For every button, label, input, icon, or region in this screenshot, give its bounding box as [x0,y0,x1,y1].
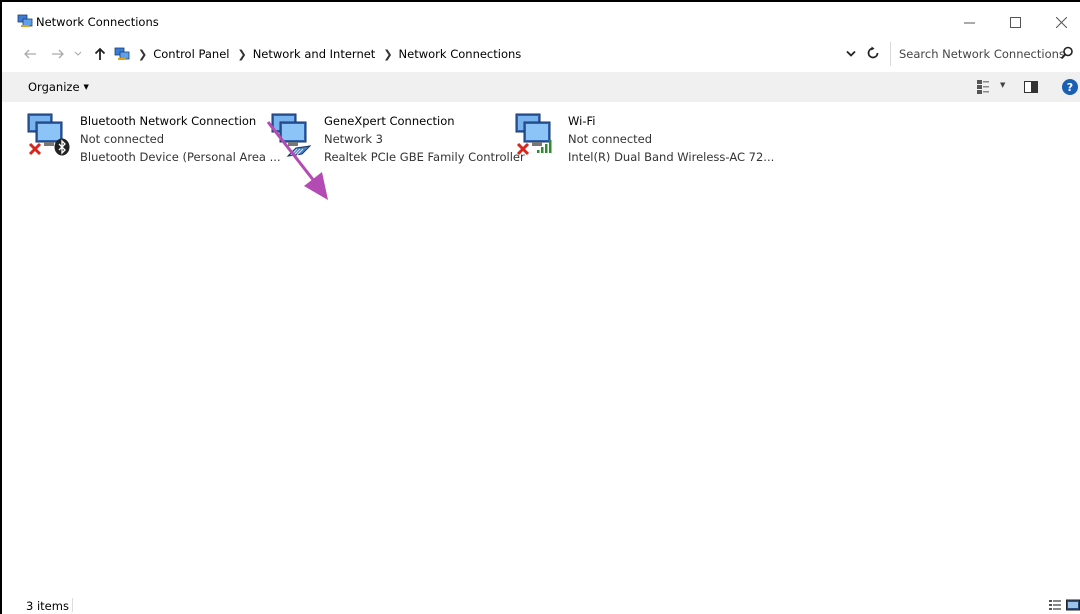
refresh-icon [867,46,879,59]
chevron-down-icon [74,51,82,56]
disconnected-x-icon [28,142,42,156]
caret-down-icon: ▼ [83,83,89,91]
connections-list: Bluetooth Network Connection Not connect… [2,102,1080,592]
breadcrumb-separator-icon[interactable]: ❯ [383,48,392,61]
maximize-icon [1009,16,1021,28]
item-text: Wi-Fi Not connected Intel(R) Dual Band W… [568,110,774,164]
list-item[interactable]: Wi-Fi Not connected Intel(R) Dual Band W… [490,110,774,164]
breadcrumb-network-and-internet[interactable]: Network and Internet [253,47,376,61]
address-row: ❯ Control Panel ❯ Network and Internet ❯… [2,40,1080,68]
help-icon[interactable]: ? [1062,79,1078,95]
chevron-down-icon [846,50,856,57]
minimize-icon [963,22,975,23]
back-arrow-icon [24,49,36,59]
network-connections-window: Network Connections ❯ Control Panel ❯ Ne… [0,0,1080,614]
view-options-caret-icon[interactable]: ▼ [1000,81,1005,89]
close-button[interactable] [1038,10,1080,34]
connection-name: Wi-Fi [568,114,596,128]
address-dropdown-button[interactable] [846,48,860,62]
bluetooth-network-icon [24,110,74,160]
change-view-icon[interactable] [976,79,990,95]
wifi-signal-bars-icon [537,140,552,153]
connection-device: Intel(R) Dual Band Wireless-AC 72... [568,150,775,164]
bluetooth-icon [54,138,70,156]
organize-label: Organize [28,80,80,94]
network-connections-icon [114,47,130,60]
window-title: Network Connections [36,15,159,29]
title-bar: Network Connections [2,2,1080,40]
details-view-icon[interactable] [1048,598,1062,612]
search-icon [1060,46,1073,60]
minimize-button[interactable] [946,10,992,34]
search-input[interactable]: Search Network Connections [890,42,1080,66]
status-bar: 3 items [2,594,1080,614]
large-icons-view-icon[interactable] [1066,598,1080,612]
organize-button[interactable]: Organize ▼ [28,80,89,94]
back-button[interactable] [20,44,40,64]
status-divider [72,598,73,612]
breadcrumb-control-panel[interactable]: Control Panel [153,47,229,61]
list-item[interactable]: Bluetooth Network Connection Not connect… [2,110,281,164]
wifi-network-icon [512,110,562,160]
forward-arrow-icon [52,49,64,59]
network-connections-icon [17,14,33,27]
maximize-button[interactable] [992,10,1038,34]
up-button[interactable] [90,44,110,64]
breadcrumb-separator-icon[interactable]: ❯ [237,48,246,61]
forward-button[interactable] [48,44,68,64]
connection-status: Not connected [568,132,653,146]
search-placeholder: Search Network Connections [899,47,1065,61]
recent-locations-button[interactable] [72,44,84,64]
address-bar[interactable]: ❯ Control Panel ❯ Network and Internet ❯… [114,42,884,66]
disconnected-x-icon [516,142,530,156]
up-arrow-icon [94,47,106,60]
command-toolbar: Organize ▼ ▼ ? [2,72,1080,102]
close-icon [1055,16,1067,28]
preview-pane-icon[interactable] [1024,81,1038,93]
breadcrumb-network-connections[interactable]: Network Connections [399,47,522,61]
refresh-button[interactable] [866,46,882,62]
item-count: 3 items [26,599,69,613]
annotation-arrow [266,121,328,200]
breadcrumb-separator-icon[interactable]: ❯ [138,48,147,61]
